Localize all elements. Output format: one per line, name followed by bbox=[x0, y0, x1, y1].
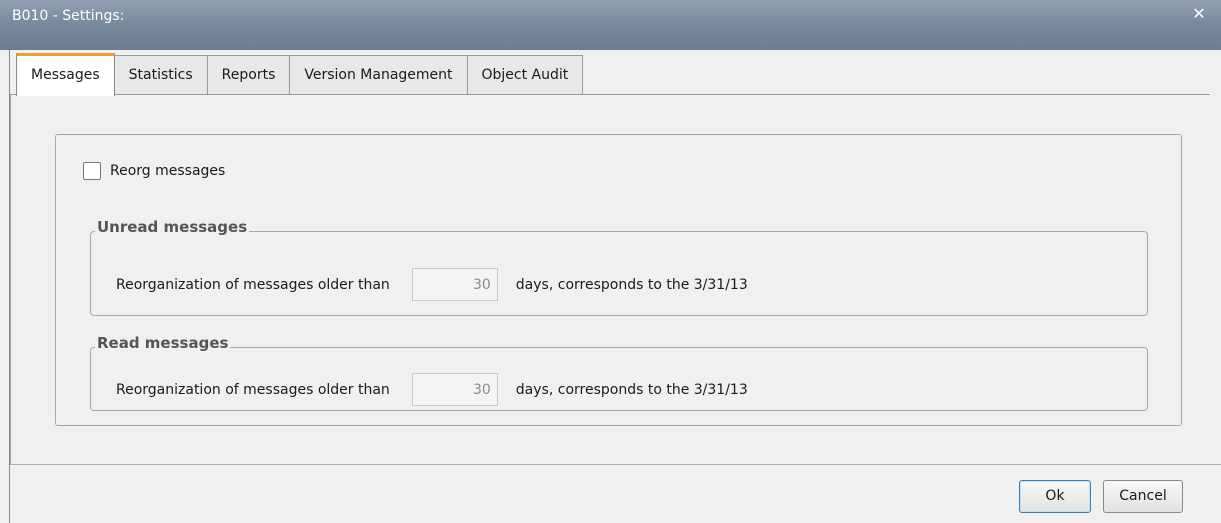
read-days-input[interactable] bbox=[411, 373, 498, 406]
unread-reorg-suffix: days, corresponds to the 3/31/13 bbox=[515, 276, 748, 293]
messages-tab-panel: Reorg messages Unread messages Reorganiz… bbox=[10, 94, 1210, 464]
unread-reorg-row: Reorganization of messages older than da… bbox=[116, 268, 748, 301]
ok-button[interactable]: Ok bbox=[1019, 480, 1091, 513]
unread-reorg-prefix: Reorganization of messages older than bbox=[116, 276, 390, 293]
read-messages-legend: Read messages bbox=[95, 334, 231, 352]
tab-version-management[interactable]: Version Management bbox=[290, 55, 468, 95]
unread-messages-legend: Unread messages bbox=[95, 218, 250, 236]
reorg-messages-label[interactable]: Reorg messages bbox=[110, 163, 225, 179]
read-reorg-suffix: days, corresponds to the 3/31/13 bbox=[515, 381, 748, 398]
close-icon[interactable]: ✕ bbox=[1191, 6, 1207, 22]
unread-messages-group: Unread messages Reorganization of messag… bbox=[90, 218, 1148, 316]
tab-messages[interactable]: Messages bbox=[16, 53, 115, 96]
cancel-button[interactable]: Cancel bbox=[1103, 480, 1183, 513]
tab-reports[interactable]: Reports bbox=[207, 55, 291, 95]
reorg-messages-checkbox[interactable] bbox=[83, 162, 101, 180]
settings-dialog: B010 - Settings: ✕ Messages Statistics R… bbox=[0, 0, 1221, 523]
read-reorg-row: Reorganization of messages older than da… bbox=[116, 373, 748, 406]
reorg-messages-row: Reorg messages bbox=[83, 162, 225, 180]
footer-separator bbox=[10, 464, 1221, 465]
read-messages-group: Read messages Reorganization of messages… bbox=[90, 334, 1148, 411]
tab-strip: Messages Statistics Reports Version Mana… bbox=[16, 53, 584, 96]
messages-settings-group: Reorg messages Unread messages Reorganiz… bbox=[55, 134, 1182, 426]
window-title: B010 - Settings: bbox=[12, 8, 125, 24]
window-left-border bbox=[0, 50, 10, 523]
read-reorg-prefix: Reorganization of messages older than bbox=[116, 381, 390, 398]
title-bar[interactable]: B010 - Settings: ✕ bbox=[0, 0, 1221, 50]
tab-object-audit[interactable]: Object Audit bbox=[467, 55, 584, 95]
tab-statistics[interactable]: Statistics bbox=[114, 55, 208, 95]
unread-days-input[interactable] bbox=[411, 268, 498, 301]
